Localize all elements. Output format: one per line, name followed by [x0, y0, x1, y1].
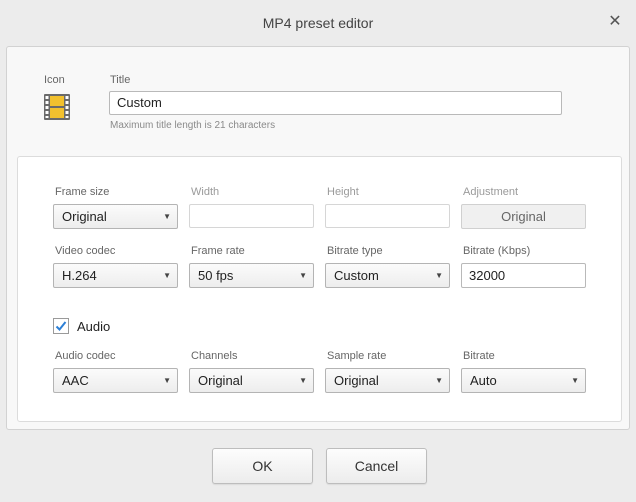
window-title: MP4 preset editor — [262, 15, 374, 31]
ok-button[interactable]: OK — [212, 448, 313, 484]
bitrate-type-select[interactable]: Custom ▼ — [325, 263, 450, 288]
frame-size-select[interactable]: Original ▼ — [53, 204, 178, 229]
title-bar: MP4 preset editor ✕ — [0, 0, 636, 46]
audio-bitrate-value: Auto — [470, 373, 497, 388]
close-icon[interactable]: ✕ — [604, 11, 626, 33]
audio-codec-label: Audio codec — [55, 350, 116, 362]
adjustment-select[interactable]: Original — [461, 204, 586, 229]
video-codec-value: H.264 — [62, 268, 97, 283]
frame-size-value: Original — [62, 209, 107, 224]
title-hint: Maximum title length is 21 characters — [110, 120, 276, 131]
frame-rate-value: 50 fps — [198, 268, 234, 283]
height-input[interactable] — [325, 204, 450, 228]
channels-label: Channels — [191, 350, 238, 362]
chevron-down-icon: ▼ — [299, 271, 307, 280]
icon-label: Icon — [44, 74, 65, 86]
video-codec-label: Video codec — [55, 245, 116, 257]
chevron-down-icon: ▼ — [435, 271, 443, 280]
audio-checkbox-label[interactable]: Audio — [77, 319, 110, 334]
chevron-down-icon: ▼ — [299, 376, 307, 385]
audio-codec-value: AAC — [62, 373, 89, 388]
chevron-down-icon: ▼ — [163, 376, 171, 385]
audio-codec-select[interactable]: AAC ▼ — [53, 368, 178, 393]
width-input[interactable] — [189, 204, 314, 228]
frame-rate-label: Frame rate — [191, 245, 245, 257]
chevron-down-icon: ▼ — [163, 212, 171, 221]
title-input[interactable]: Custom — [109, 91, 562, 115]
frame-size-label: Frame size — [55, 186, 110, 198]
bitrate-kbps-input[interactable]: 32000 — [461, 263, 586, 288]
audio-checkbox[interactable] — [53, 318, 69, 334]
sample-rate-label: Sample rate — [327, 350, 387, 362]
channels-select[interactable]: Original ▼ — [189, 368, 314, 393]
frame-rate-select[interactable]: 50 fps ▼ — [189, 263, 314, 288]
audio-bitrate-label: Bitrate — [463, 350, 495, 362]
channels-value: Original — [198, 373, 243, 388]
film-icon[interactable] — [44, 94, 70, 120]
sample-rate-value: Original — [334, 373, 379, 388]
width-label: Width — [191, 186, 220, 198]
adjustment-label: Adjustment — [463, 186, 519, 198]
title-label: Title — [110, 74, 131, 86]
chevron-down-icon: ▼ — [163, 271, 171, 280]
video-codec-select[interactable]: H.264 ▼ — [53, 263, 178, 288]
bitrate-type-value: Custom — [334, 268, 379, 283]
checkmark-icon — [55, 321, 67, 331]
cancel-button[interactable]: Cancel — [326, 448, 427, 484]
sample-rate-select[interactable]: Original ▼ — [325, 368, 450, 393]
chevron-down-icon: ▼ — [435, 376, 443, 385]
bitrate-kbps-label: Bitrate (Kbps) — [463, 245, 531, 257]
bitrate-type-label: Bitrate type — [327, 245, 383, 257]
height-label: Height — [327, 186, 359, 198]
audio-bitrate-select[interactable]: Auto ▼ — [461, 368, 586, 393]
chevron-down-icon: ▼ — [571, 376, 579, 385]
